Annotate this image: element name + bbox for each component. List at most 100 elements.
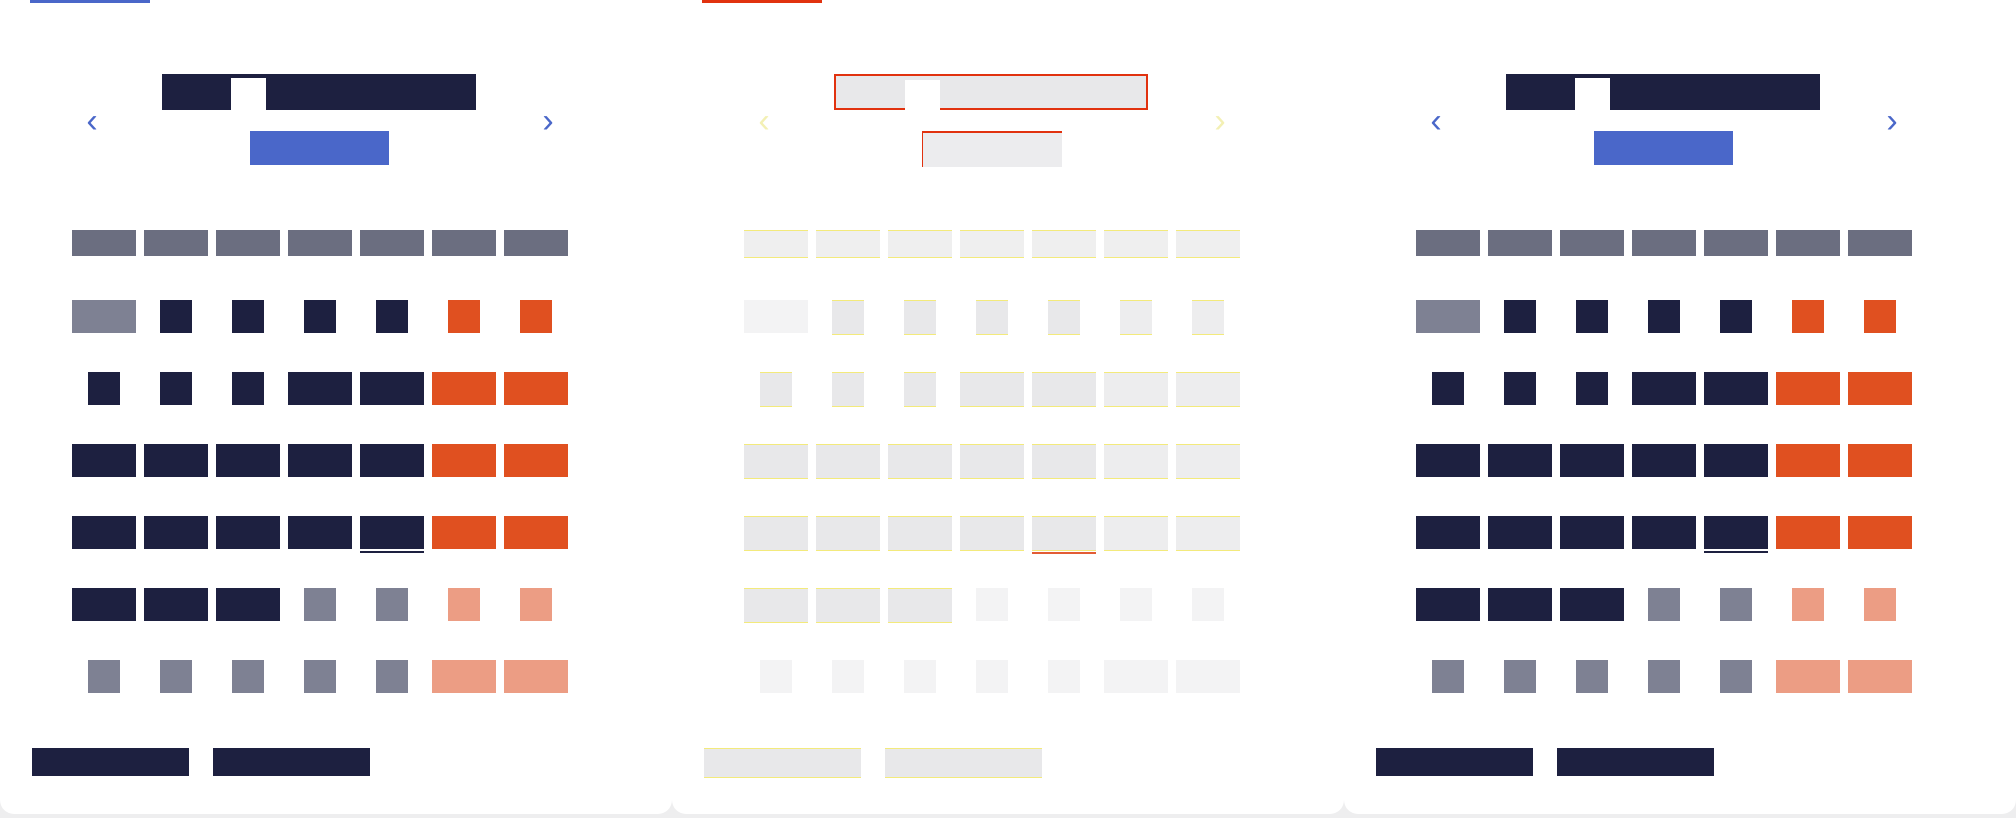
footer-button-1[interactable] [32,748,189,776]
day-cell[interactable] [816,516,880,551]
day-cell[interactable] [88,660,120,693]
day-cell[interactable] [216,444,280,477]
day-cell[interactable] [1104,372,1168,407]
day-cell[interactable] [1560,444,1624,477]
day-cell[interactable] [232,660,264,693]
day-cell[interactable] [1120,300,1152,335]
day-cell[interactable] [432,660,496,693]
day-cell[interactable] [1488,588,1552,621]
day-cell[interactable] [432,372,496,405]
day-cell[interactable] [160,660,192,693]
day-cell[interactable] [1720,300,1752,333]
day-cell[interactable] [816,444,880,479]
day-cell[interactable] [744,444,808,479]
day-cell[interactable] [888,444,952,479]
day-cell[interactable] [1104,660,1168,693]
day-cell[interactable] [520,300,552,333]
day-cell[interactable] [1560,588,1624,621]
day-cell[interactable] [1776,660,1840,693]
day-cell[interactable] [1176,444,1240,479]
day-cell[interactable] [832,372,864,407]
year-button[interactable] [1594,131,1733,165]
day-cell[interactable] [504,660,568,693]
day-cell[interactable] [904,300,936,335]
day-cell[interactable] [888,516,952,551]
day-cell[interactable] [1632,444,1696,477]
day-cell[interactable] [232,300,264,333]
day-cell[interactable] [744,300,808,333]
day-cell[interactable] [520,588,552,621]
day-cell[interactable] [1176,372,1240,407]
day-cell[interactable] [72,588,136,621]
day-cell[interactable] [1504,372,1536,405]
day-cell[interactable] [1632,516,1696,549]
day-cell[interactable] [504,372,568,405]
day-cell[interactable] [376,660,408,693]
day-cell-today[interactable] [1704,516,1768,553]
day-cell[interactable] [1120,588,1152,621]
day-cell[interactable] [144,516,208,549]
prev-month-button[interactable]: ‹ [77,104,107,138]
day-cell[interactable] [888,588,952,623]
day-cell[interactable] [216,516,280,549]
day-cell[interactable] [1704,444,1768,477]
day-cell[interactable] [376,300,408,333]
footer-button-1[interactable] [1376,748,1533,776]
day-cell[interactable] [1632,372,1696,405]
day-cell[interactable] [1032,372,1096,407]
day-cell[interactable] [744,588,808,623]
day-cell[interactable] [1176,660,1240,693]
day-cell[interactable] [1776,372,1840,405]
day-cell[interactable] [1576,300,1608,333]
day-cell[interactable] [1792,588,1824,621]
day-cell[interactable] [1416,588,1480,621]
day-cell[interactable] [1776,444,1840,477]
day-cell[interactable] [304,300,336,333]
day-cell[interactable] [232,372,264,405]
day-cell[interactable] [1104,444,1168,479]
month-title[interactable] [1506,74,1820,110]
day-cell[interactable] [904,372,936,407]
next-month-button[interactable]: › [1205,104,1235,138]
day-cell[interactable] [976,660,1008,693]
day-cell[interactable] [160,372,192,405]
day-cell[interactable] [432,444,496,477]
footer-button-2[interactable] [885,748,1042,778]
day-cell[interactable] [1416,516,1480,549]
month-title[interactable] [834,74,1148,112]
day-cell[interactable] [1192,300,1224,335]
day-cell[interactable] [1720,660,1752,693]
year-button[interactable] [250,131,389,165]
footer-button-2[interactable] [1557,748,1714,776]
day-cell[interactable] [1792,300,1824,333]
day-cell[interactable] [1032,444,1096,479]
day-cell[interactable] [1432,660,1464,693]
day-cell[interactable] [1648,588,1680,621]
day-cell[interactable] [360,444,424,477]
month-title[interactable] [162,74,476,110]
day-cell[interactable] [760,372,792,407]
day-cell[interactable] [1104,516,1168,551]
day-cell[interactable] [816,588,880,623]
year-button[interactable] [922,131,1062,167]
day-cell[interactable] [1864,300,1896,333]
day-cell[interactable] [288,372,352,405]
day-cell[interactable] [960,444,1024,479]
day-cell[interactable] [1192,588,1224,621]
day-cell[interactable] [72,300,136,333]
day-cell[interactable] [1504,300,1536,333]
day-cell[interactable] [216,588,280,621]
footer-button-1[interactable] [704,748,861,778]
prev-month-button[interactable]: ‹ [749,104,779,138]
day-cell[interactable] [832,660,864,693]
day-cell-today[interactable] [360,516,424,553]
day-cell[interactable] [448,300,480,333]
day-cell[interactable] [376,588,408,621]
day-cell[interactable] [1504,660,1536,693]
day-cell[interactable] [144,588,208,621]
day-cell[interactable] [1488,516,1552,549]
day-cell[interactable] [1848,516,1912,549]
day-cell[interactable] [448,588,480,621]
footer-button-2[interactable] [213,748,370,776]
day-cell[interactable] [304,588,336,621]
